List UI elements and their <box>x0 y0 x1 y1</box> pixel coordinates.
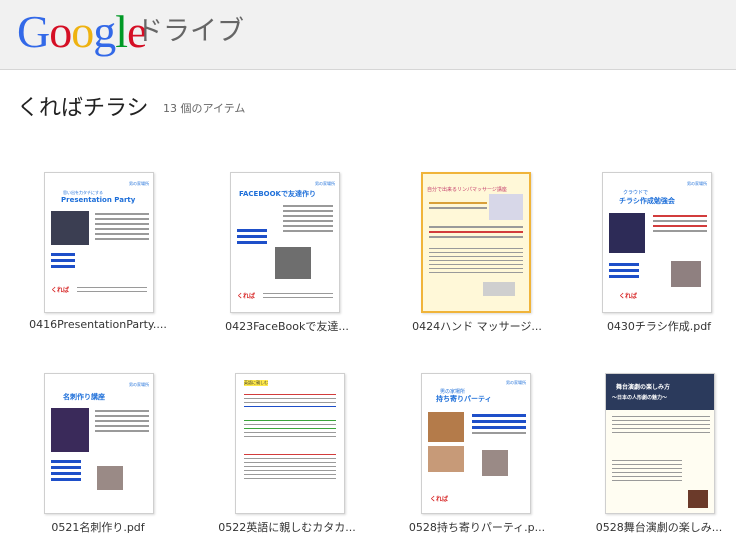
thumb-photo <box>609 213 645 253</box>
thumb-text-lines <box>429 248 523 276</box>
thumb-text-lines <box>429 226 523 241</box>
thumb-photo <box>688 490 708 508</box>
thumb-corner: 男の家場所 <box>506 380 526 385</box>
file-thumbnail[interactable]: 自分で出来るリンパマッサージ講座 <box>421 172 531 313</box>
file-thumbnail[interactable]: 男の家場所 FACEBOOKで友達作り くれば <box>230 172 340 313</box>
thumb-text-lines <box>244 454 336 482</box>
thumb-corner: 男の家場所 <box>129 382 149 387</box>
file-tile[interactable]: 男の家場所 名刺作り講座 0521名刺作り.pdf <box>13 373 183 545</box>
thumb-text-lines <box>95 213 149 243</box>
thumb-text-lines <box>283 205 333 235</box>
thumb-text-lines <box>653 215 707 235</box>
file-tile[interactable]: 舞台演劇の楽しみ方 ～日本の人形劇の魅力～ 0528舞台演劇の楽しみ... <box>574 373 736 545</box>
file-thumbnail[interactable]: 英語に親しむ <box>235 373 345 514</box>
thumb-headline: チラシ作成勉強会 <box>619 197 675 205</box>
thumb-corner: 男の家場所 <box>687 181 707 186</box>
file-tile[interactable]: 男の家場所 思い出を力タチにする Presentation Party くれば … <box>13 172 183 347</box>
thumb-text-lines <box>51 460 81 484</box>
thumb-headline: 英語に親しむ <box>244 380 268 386</box>
file-name[interactable]: 0423FaceBookで友達... <box>202 318 372 334</box>
file-thumbnail[interactable]: 男の家場所 思い出を力タチにする Presentation Party くれば <box>44 172 154 313</box>
thumb-headline: FACEBOOKで友達作り <box>239 190 316 198</box>
thumb-banner <box>606 374 714 410</box>
thumb-photo <box>482 450 508 476</box>
file-name[interactable]: 0424ハンド マッサージ... <box>392 318 562 334</box>
thumb-photo <box>51 211 89 245</box>
thumb-text-lines <box>244 420 336 440</box>
thumb-photo <box>671 261 701 287</box>
thumb-text-lines <box>609 263 639 281</box>
file-name[interactable]: 0416PresentationParty.... <box>13 318 183 331</box>
thumb-logo: くれば <box>619 293 638 300</box>
file-tile[interactable]: 英語に親しむ 0522英語に親しむカタカ... <box>202 373 372 545</box>
thumb-corner: 男の家場所 <box>129 181 149 186</box>
thumb-headline: Presentation Party <box>61 196 136 204</box>
thumb-text-lines <box>612 416 710 436</box>
file-tile[interactable]: 自分で出来るリンパマッサージ講座 0424ハンド マッサージ... <box>392 172 562 347</box>
file-thumbnail[interactable]: 男の家場所 男の家場所 持ち寄りパーティ くれば <box>421 373 531 514</box>
thumb-logo: くれば <box>51 287 70 294</box>
thumb-headline: 持ち寄りパーティ <box>436 395 492 403</box>
file-name[interactable]: 0528持ち寄りパーティ.p... <box>392 519 562 535</box>
thumb-headline: 自分で出来るリンパマッサージ講座 <box>427 187 507 193</box>
thumb-photo <box>428 446 464 472</box>
file-thumbnail[interactable]: 舞台演劇の楽しみ方 ～日本の人形劇の魅力～ <box>605 373 715 514</box>
file-name[interactable]: 0522英語に親しむカタカ... <box>202 519 372 535</box>
thumb-photo <box>428 412 464 442</box>
thumb-text-lines <box>472 414 526 437</box>
thumb-text-lines <box>237 229 267 247</box>
thumb-photo <box>489 194 523 220</box>
file-tile[interactable]: 男の家場所 男の家場所 持ち寄りパーティ くれば 0528持ち寄りパーティ.p.… <box>392 373 562 545</box>
file-tile[interactable]: 男の家場所 FACEBOOKで友達作り くれば 0423FaceBookで友達.… <box>202 172 372 347</box>
thumb-photo <box>51 408 89 452</box>
thumb-text-lines <box>95 410 149 435</box>
thumb-subheadline: ～日本の人形劇の魅力～ <box>612 395 668 401</box>
thumb-text-lines <box>77 287 147 295</box>
thumb-photo <box>97 466 123 490</box>
thumb-text-lines <box>263 293 333 301</box>
file-tile[interactable]: 男の家場所 クラウドで チラシ作成勉強会 くれば 0430チラシ作成.pdf <box>574 172 736 347</box>
file-grid: 男の家場所 思い出を力タチにする Presentation Party くれば … <box>0 0 736 545</box>
file-name[interactable]: 0430チラシ作成.pdf <box>574 318 736 334</box>
file-name[interactable]: 0528舞台演劇の楽しみ... <box>574 519 736 535</box>
file-thumbnail[interactable]: 男の家場所 クラウドで チラシ作成勉強会 くれば <box>602 172 712 313</box>
thumb-text-lines <box>244 394 336 410</box>
thumb-text-lines <box>51 253 75 271</box>
thumb-text-lines <box>429 202 487 212</box>
thumb-logo: くれば <box>430 496 449 503</box>
thumb-photo <box>275 247 311 279</box>
thumb-photo <box>483 282 515 296</box>
thumb-top: クラウドで <box>623 190 649 196</box>
thumb-text-lines <box>612 460 682 484</box>
thumb-headline: 名刺作り講座 <box>63 393 105 401</box>
thumb-corner: 男の家場所 <box>315 181 335 186</box>
thumb-headline: 舞台演劇の楽しみ方 <box>616 384 671 391</box>
file-thumbnail[interactable]: 男の家場所 名刺作り講座 <box>44 373 154 514</box>
thumb-logo: くれば <box>237 293 256 300</box>
file-name[interactable]: 0521名刺作り.pdf <box>13 519 183 535</box>
